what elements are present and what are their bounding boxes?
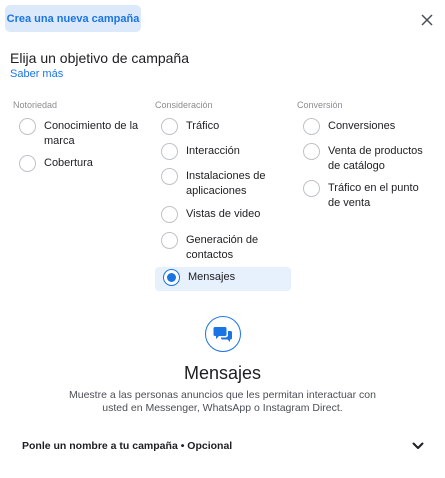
option-label: Tráfico en el punto de venta <box>328 182 419 209</box>
option-label: Mensajes <box>188 271 236 283</box>
group-title-awareness: Notoriedad <box>13 100 58 110</box>
option-label: Cobertura <box>44 157 93 169</box>
objective-description: Muestre a las personas anuncios que les … <box>68 389 376 414</box>
objective-option-messages[interactable]: Mensajes <box>155 267 291 291</box>
campaign-name-toggle[interactable]: Ponle un nombre a tu campaña • Opcional <box>22 436 424 456</box>
radio-button[interactable] <box>161 168 178 185</box>
radio-button[interactable] <box>303 118 320 135</box>
radio-button[interactable] <box>161 143 178 160</box>
objective-option-traffic[interactable]: Tráfico <box>161 118 281 135</box>
group-title-consideration: Consideración <box>155 100 213 110</box>
objective-option-video-views[interactable]: Vistas de video <box>161 206 281 223</box>
option-label: Conversiones <box>328 120 396 132</box>
campaign-name-label: Ponle un nombre a tu campaña • Opcional <box>22 440 233 452</box>
create-campaign-badge[interactable]: Crea una nueva campaña <box>5 5 141 32</box>
radio-button[interactable] <box>161 232 178 249</box>
objective-option-conversions[interactable]: Conversiones <box>303 118 433 135</box>
close-icon <box>421 14 433 26</box>
option-label: Instalaciones de aplicaciones <box>186 170 266 197</box>
option-label: Interacción <box>186 145 240 157</box>
chevron-down-icon <box>412 442 424 449</box>
objective-option-app-installs[interactable]: Instalaciones de aplicaciones <box>161 168 271 199</box>
objective-option-store-traffic[interactable]: Tráfico en el punto de venta <box>303 180 433 211</box>
objective-option-reach[interactable]: Cobertura <box>19 155 139 172</box>
objective-heading: Elija un objetivo de campaña <box>10 50 190 66</box>
option-label: Generación de contactos <box>186 234 259 261</box>
option-label: Conocimiento de la marca <box>44 120 139 147</box>
radio-button[interactable] <box>161 118 178 135</box>
radio-button[interactable] <box>19 118 36 135</box>
option-label: Vistas de video <box>186 208 261 220</box>
objective-option-catalog-sales[interactable]: Venta de productos de catálogo <box>303 143 433 174</box>
learn-more-link[interactable]: Saber más <box>10 68 63 80</box>
objective-title: Mensajes <box>183 363 262 383</box>
option-label: Tráfico <box>186 120 220 132</box>
group-title-conversion: Conversión <box>297 100 343 110</box>
option-label: Venta de productos de catálogo <box>328 145 423 172</box>
radio-button[interactable] <box>303 143 320 160</box>
radio-button[interactable] <box>161 206 178 223</box>
radio-button[interactable] <box>19 155 36 172</box>
close-button[interactable] <box>417 10 437 30</box>
radio-button[interactable] <box>303 180 320 197</box>
objective-option-lead-generation[interactable]: Generación de contactos <box>161 232 271 263</box>
radio-button-selected[interactable] <box>163 269 180 286</box>
messages-icon <box>205 316 241 352</box>
objective-option-brand-awareness[interactable]: Conocimiento de la marca <box>19 118 139 149</box>
objective-option-engagement[interactable]: Interacción <box>161 143 281 160</box>
